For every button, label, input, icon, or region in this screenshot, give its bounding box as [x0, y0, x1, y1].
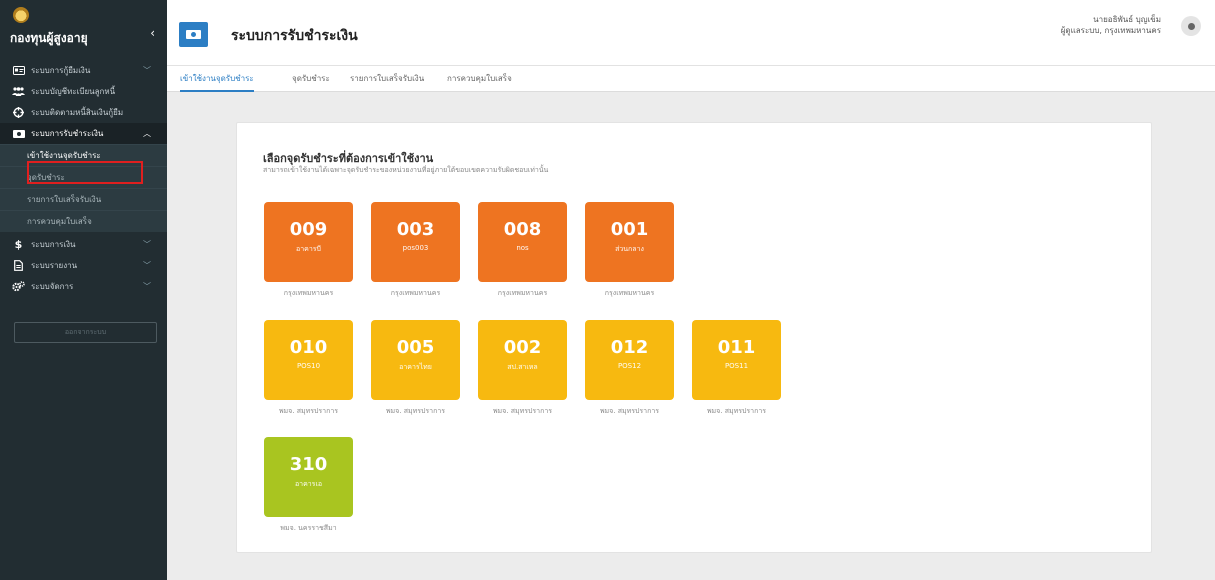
payment-point-tile[interactable]: 010 POS10 — [264, 320, 353, 400]
payment-point-tile[interactable]: 003 pos003 — [371, 202, 460, 282]
money-icon — [179, 22, 208, 47]
sidebar-subitem-payment-points[interactable]: จุดรับชำระ — [0, 166, 167, 188]
payment-point-tile[interactable]: 011 POS11 — [692, 320, 781, 400]
sidebar-item-label: ระบบบัญชีทะเบียนลูกหนี้ — [31, 87, 116, 96]
payment-point-code: 012 — [610, 337, 649, 358]
payment-point-code: 008 — [503, 219, 542, 240]
payment-point-code: 001 — [610, 219, 649, 240]
sidebar-item-debtor-register[interactable]: ระบบบัญชีทะเบียนลูกหนี้ — [0, 81, 167, 102]
id-card-icon — [12, 65, 25, 76]
payment-point-department: กรุงเทพมหานคร — [497, 289, 548, 297]
payment-point-tile[interactable]: 009 อาคารบี — [264, 202, 353, 282]
payment-point-name: pos003 — [402, 244, 429, 252]
money-icon — [12, 128, 25, 139]
sidebar-subitem-receipts[interactable]: รายการใบเสร็จรับเงิน — [0, 188, 167, 210]
gears-icon — [12, 281, 25, 292]
page-title: ระบบการรับชำระเงิน — [231, 28, 358, 44]
sidebar-subitem-receipt-control[interactable]: การควบคุมใบเสร็จ — [0, 210, 167, 232]
tab-receipts[interactable]: รายการใบเสร็จรับเงิน — [350, 66, 424, 92]
sidebar-item-reports[interactable]: ระบบรายงาน ﹀ — [0, 255, 167, 276]
crosshair-icon — [12, 107, 25, 118]
payment-point-code: 005 — [396, 337, 435, 358]
chevron-down-icon: ﹀ — [143, 66, 151, 75]
tab-payment-points[interactable]: จุดรับชำระ — [292, 66, 330, 92]
payment-point-department: พมจ. สมุทรปราการ — [599, 407, 660, 415]
payment-point-department: พมจ. สมุทรปราการ — [492, 407, 553, 415]
sidebar: กองทุนผู้สูงอายุ ‹ ระบบการกู้ยืมเงิน ﹀ ร… — [0, 0, 167, 580]
payment-point-name: nos — [516, 244, 529, 252]
payment-point-code: 009 — [289, 219, 328, 240]
payment-point-name: POS10 — [296, 362, 321, 370]
user-icon — [1187, 22, 1195, 30]
payment-point-name: POS12 — [617, 362, 642, 370]
payment-point-code: 011 — [717, 337, 756, 358]
payment-point-name: สป.สาเหล — [507, 363, 538, 371]
chevron-down-icon: ﹀ — [143, 261, 151, 270]
user-name: นายอธิพันธ์ บุญเข็ม — [1093, 15, 1161, 24]
payment-point-panel: เลือกจุดรับชำระที่ต้องการเข้าใช้งาน สามา… — [236, 122, 1152, 553]
payment-point-tile[interactable]: 001 ส่วนกลาง — [585, 202, 674, 282]
payment-point-name: ส่วนกลาง — [615, 245, 644, 253]
sidebar-toggle-icon[interactable]: ‹ — [150, 26, 155, 40]
sidebar-item-label: ระบบรายงาน — [31, 261, 78, 270]
payment-point-name: อาคารเอ — [294, 480, 323, 488]
payment-point-tile[interactable]: 012 POS12 — [585, 320, 674, 400]
header: ระบบการรับชำระเงิน นายอธิพันธ์ บุญเข็ม ผ… — [167, 0, 1215, 66]
payment-point-name: อาคารบี — [296, 245, 321, 253]
brand-name: กองทุนผู้สูงอายุ — [10, 31, 88, 45]
payment-point-department: กรุงเทพมหานคร — [283, 289, 334, 297]
tab-receipt-control[interactable]: การควบคุมใบเสร็จ — [447, 66, 512, 92]
sidebar-subitem-payment-login[interactable]: เข้าใช้งานจุดรับชำระ — [0, 144, 167, 166]
tab-bar: เข้าใช้งานจุดรับชำระ จุดรับชำระ รายการใบ… — [167, 66, 1215, 92]
payment-point-code: 003 — [396, 219, 435, 240]
payment-point-code: 002 — [503, 337, 542, 358]
payment-point-name: POS11 — [724, 362, 749, 370]
logout-button[interactable]: ออกจากระบบ — [14, 322, 157, 343]
sidebar-item-label: ระบบการเงิน — [31, 240, 76, 249]
sidebar-item-label: ระบบติดตามหนี้สินเงินกู้ยืม — [31, 108, 124, 117]
chevron-down-icon: ﹀ — [143, 240, 151, 249]
sidebar-item-label: ระบบการกู้ยืมเงิน — [31, 66, 91, 75]
brand: กองทุนผู้สูงอายุ ‹ — [0, 0, 167, 60]
payment-point-tile[interactable]: 008 nos — [478, 202, 567, 282]
sidebar-item-loan[interactable]: ระบบการกู้ยืมเงิน ﹀ — [0, 60, 167, 81]
payment-point-tile[interactable]: 002 สป.สาเหล — [478, 320, 567, 400]
sidebar-item-label: ระบบจัดการ — [31, 282, 74, 291]
sidebar-item-debt-tracking[interactable]: ระบบติดตามหนี้สินเงินกู้ยืม — [0, 102, 167, 123]
document-icon — [12, 260, 25, 271]
payment-point-code: 310 — [289, 454, 328, 475]
user-info[interactable]: นายอธิพันธ์ บุญเข็ม ผู้ดูแลระบบ, กรุงเทพ… — [1061, 14, 1161, 36]
users-icon — [12, 86, 25, 97]
payment-point-department: พมจ. สมุทรปราการ — [385, 407, 446, 415]
sidebar-submenu: เข้าใช้งานจุดรับชำระ จุดรับชำระ รายการใบ… — [0, 144, 167, 232]
chevron-up-icon: ︿ — [143, 129, 151, 138]
payment-point-department: พมจ. นครราชสีมา — [280, 524, 337, 532]
sidebar-item-finance[interactable]: $ ระบบการเงิน ﹀ — [0, 234, 167, 255]
sidebar-item-label: ระบบการรับชำระเงิน — [31, 129, 104, 138]
tab-payment-login[interactable]: เข้าใช้งานจุดรับชำระ — [180, 66, 254, 92]
avatar[interactable] — [1181, 16, 1201, 36]
payment-point-department: พมจ. สมุทรปราการ — [706, 407, 767, 415]
user-role: ผู้ดูแลระบบ, กรุงเทพมหานคร — [1060, 26, 1161, 35]
payment-point-code: 010 — [289, 337, 328, 358]
payment-point-department: พมจ. สมุทรปราการ — [278, 407, 339, 415]
sidebar-item-management[interactable]: ระบบจัดการ ﹀ — [0, 276, 167, 297]
payment-point-name: อาคารไทย — [399, 363, 432, 371]
sidebar-item-payment[interactable]: ระบบการรับชำระเงิน ︿ — [0, 123, 167, 144]
chevron-down-icon: ﹀ — [143, 282, 151, 291]
brand-logo-icon — [13, 7, 29, 23]
payment-point-tile[interactable]: 005 อาคารไทย — [371, 320, 460, 400]
panel-subtitle: สามารถเข้าใช้งานได้เฉพาะจุดรับชำระของหน่… — [263, 166, 549, 174]
payment-point-tile[interactable]: 310 อาคารเอ — [264, 437, 353, 517]
dollar-icon: $ — [14, 238, 23, 251]
payment-point-department: กรุงเทพมหานคร — [390, 289, 441, 297]
payment-point-department: กรุงเทพมหานคร — [604, 289, 655, 297]
